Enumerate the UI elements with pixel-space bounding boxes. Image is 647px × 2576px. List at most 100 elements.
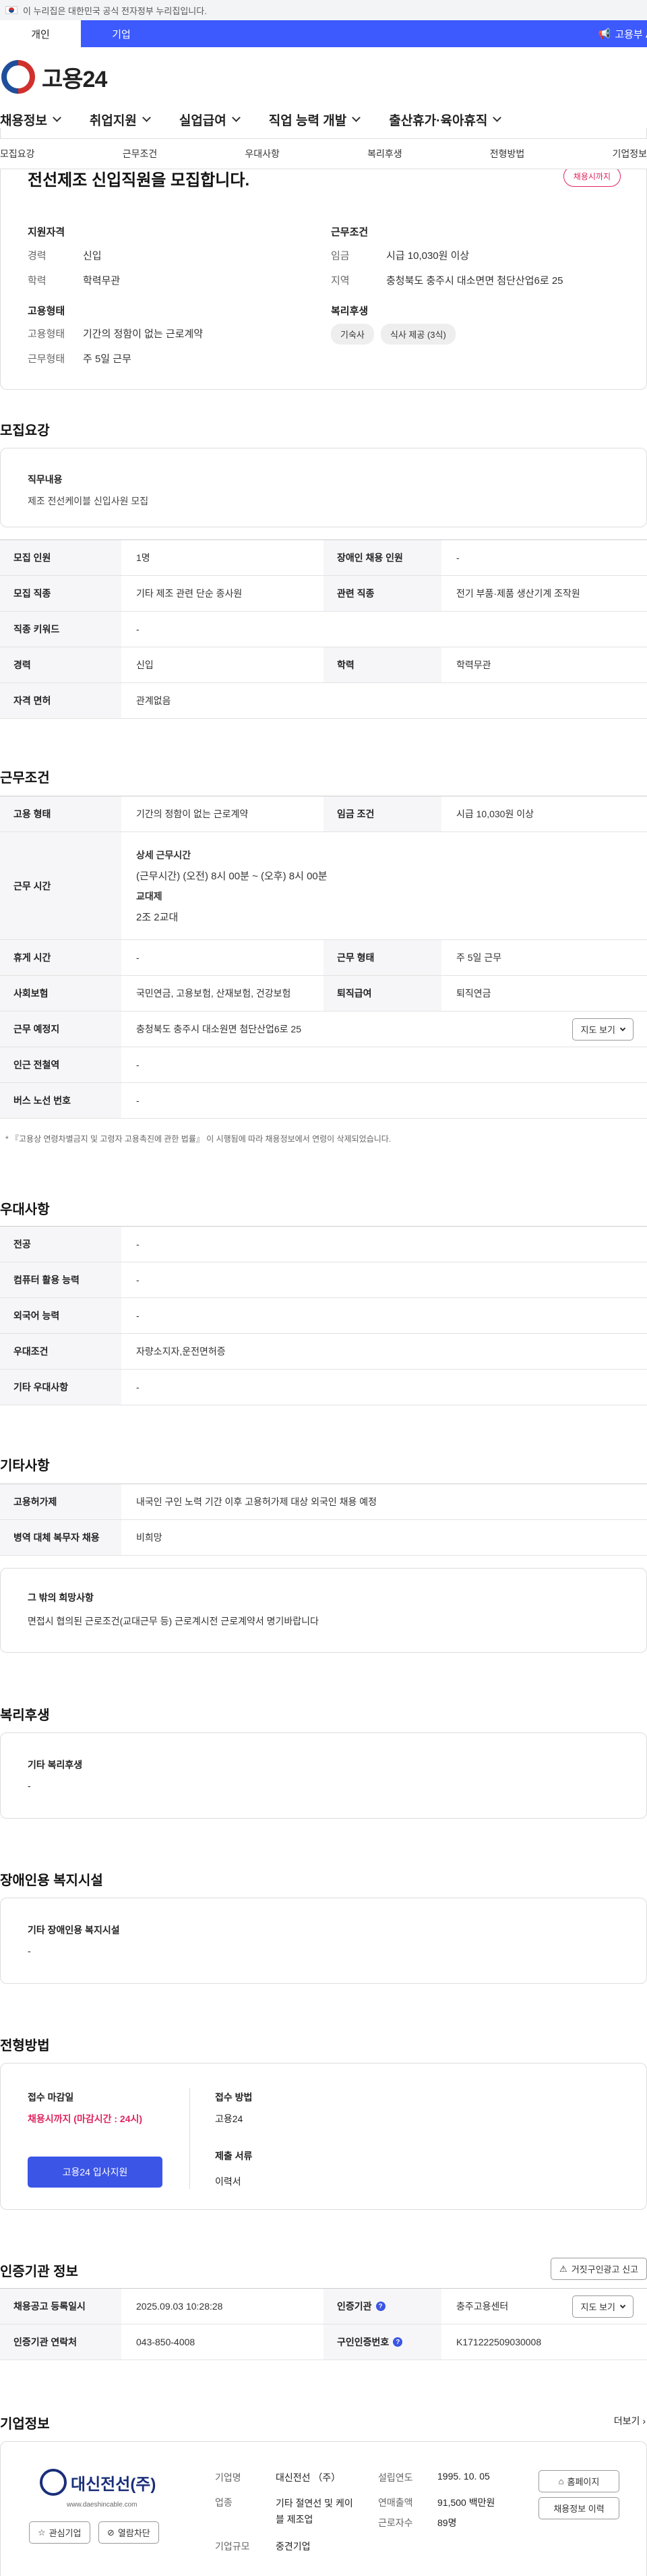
chevron-down-icon — [619, 1025, 626, 1031]
duty-value: 제조 전선케이블 신입사원 모집 — [28, 496, 149, 506]
agency-map-button[interactable]: 지도 보기 — [572, 2295, 634, 2318]
table-row: 채용공고 등록일시 2025.09.03 10:28:28 인증기관? 충주고용센… — [0, 2289, 647, 2324]
selection-section-title: 전형방법 — [0, 2039, 50, 2053]
recruit-section-title: 모집요강 — [0, 423, 50, 438]
table-row: 휴게 시간 - 근무 형태 주 5일 근무 — [0, 940, 647, 976]
company-logo: 대신전선(주) — [40, 2469, 156, 2496]
table-row: 근무 시간 상세 근무시간 (근무시간) (오전) 8시 00분 ~ (오후) … — [0, 832, 647, 940]
work-section-title: 근무조건 — [0, 771, 50, 786]
star-icon: ☆ — [38, 2527, 46, 2538]
company-card: 대신전선(주) www.daeshincable.com ☆ 관심기업 ⊘ 열람차단… — [0, 2441, 647, 2576]
gov-banner: 이 누리집은 대한민국 공식 전자정부 누리집입니다. — [0, 0, 647, 20]
table-row: 우대조건 자량소지자,운전면허증 — [0, 1334, 647, 1370]
table-row: 버스 노선 번호 - — [0, 1083, 647, 1119]
favorite-company-button[interactable]: ☆ 관심기업 — [29, 2521, 90, 2544]
selection-card: 접수 마감일 채용시까지 (마감시간 : 24시) 고용24 입사지원 접수 방… — [0, 2063, 647, 2210]
table-row: 컴퓨터 활용 능력 - — [0, 1262, 647, 1298]
table-row: 기타 우대사항 - — [0, 1370, 647, 1405]
table-row: 외국어 능력 - — [0, 1298, 647, 1334]
company-more-link[interactable]: 더보기 › — [614, 2414, 646, 2428]
shift-title: 교대제 — [136, 890, 162, 902]
nav-job-training[interactable]: 직업 능력 개발 — [269, 111, 361, 129]
nav-employment-support[interactable]: 취업지원 — [90, 111, 151, 129]
table-row: 고용허가제 내국인 구인 노력 기간 이후 고용허가제 대상 외국인 채용 예정 — [0, 1484, 647, 1520]
work-table: 고용 형태 기간의 정함이 없는 근로계약 임금 조건 시급 10,030원 이상 … — [0, 796, 647, 1119]
welfare-heading: 복리후생 — [331, 305, 369, 317]
deadline-value: 채용시까지 (마감시간 : 24시) — [28, 2113, 143, 2124]
table-row: 전공 - — [0, 1227, 647, 1262]
goyong24-logo-icon[interactable] — [1, 60, 35, 94]
chevron-down-icon — [619, 2302, 626, 2308]
homepage-button[interactable]: ⌂ 홈페이지 — [538, 2470, 619, 2492]
anchor-work[interactable]: 근무조건 — [123, 147, 158, 160]
hours-title: 상세 근무시간 — [136, 849, 191, 860]
shift-value: 2조 2교대 — [136, 911, 179, 923]
site-logo-text[interactable]: 고용24 — [42, 61, 107, 94]
block-icon: ⊘ — [107, 2527, 115, 2538]
preference-section-title: 우대사항 — [0, 1202, 50, 1217]
table-row: 인근 전철역 - — [0, 1047, 647, 1083]
other-wish-card: 그 밖의 희망사항 면접시 협의된 근로조건(교대근무 등) 근로계시전 근로계… — [0, 1568, 647, 1653]
agency-table: 채용공고 등록일시 2025.09.03 10:28:28 인증기관? 충주고용센… — [0, 2288, 647, 2360]
welfare-card: 기타 복리후생 - — [0, 1732, 647, 1819]
table-row: 모집 직종 기타 제조 관련 단순 종사원 관련 직종 전기 부품·제품 생산기계 … — [0, 576, 647, 612]
age-notice: * 『고용상 연령차별금지 및 고령자 고용촉진에 관한 법률』 이 시행됨에 … — [5, 1134, 392, 1144]
table-row: 자격 면허 관계없음 — [0, 683, 647, 719]
hours-detail: (근무시간) (오전) 8시 00분 ~ (오후) 8시 00분 — [136, 870, 328, 882]
qualification-list: 경력 신입 학력 학력무관 — [28, 250, 121, 287]
megaphone-icon: 📢 — [598, 28, 611, 40]
apply-button[interactable]: 고용24 입사지원 — [28, 2157, 162, 2188]
etc-section-title: 기타사항 — [0, 1459, 50, 1473]
anchor-recruit[interactable]: 모집요강 — [0, 147, 35, 160]
agency-section-title: 인증기관 정보 — [0, 2264, 78, 2279]
ai-link[interactable]: 📢 고용부 AI 고 — [598, 20, 647, 47]
info-icon: ? — [375, 2302, 386, 2311]
chevron-down-icon — [142, 113, 151, 122]
disability-section-title: 장애인용 복지시설 — [0, 1873, 103, 1888]
anchor-welfare[interactable]: 복리후생 — [367, 147, 402, 160]
welfare-section-title: 복리후생 — [0, 1708, 50, 1723]
chevron-down-icon — [493, 113, 502, 122]
recruit-table: 모집 인원 1명 장애인 채용 인원 - 모집 직종 기타 제조 관련 단순 종사원 … — [0, 539, 647, 719]
anchor-selection[interactable]: 전형방법 — [490, 147, 525, 160]
block-company-button[interactable]: ⊘ 열람차단 — [98, 2521, 159, 2544]
table-row: 병역 대체 복무자 채용 비희망 — [0, 1520, 647, 1556]
welfare-tags: 기숙사 식사 제공 (3식) — [331, 324, 462, 345]
chevron-down-icon — [231, 113, 241, 122]
nav-parental-leave[interactable]: 출산휴가·육아휴직 — [389, 111, 502, 129]
preference-table: 전공 - 컴퓨터 활용 능력 - 외국어 능력 - 우대조건 자량소지자,운전면허증 기… — [0, 1226, 647, 1405]
welfare-tag: 식사 제공 (3식) — [380, 324, 456, 345]
table-row: 경력 신입 학력 학력무관 — [0, 647, 647, 683]
table-row: 근무 예정지 충청북도 충주시 대소원면 첨단산업6로 25 지도 보기 — [0, 1012, 647, 1047]
nav-unemployment-benefit[interactable]: 실업급여 — [179, 111, 241, 129]
chevron-down-icon — [352, 113, 361, 122]
nav-jobs[interactable]: 채용정보 — [0, 111, 61, 129]
table-row: 인증기관 연락처 043-850-4008 구인인증번호? K1712225090… — [0, 2324, 647, 2360]
tab-company[interactable]: 기업 — [81, 20, 162, 47]
anchor-preference[interactable]: 우대사항 — [245, 147, 280, 160]
conditions-list: 임금 시급 10,030원 이상 지역 충청북도 충주시 대소면면 첨단산업6로 2… — [331, 250, 563, 287]
qualification-heading: 지원자격 — [28, 227, 65, 238]
user-type-tabs: 개인 기업 📢 고용부 AI 고 — [0, 20, 647, 47]
duty-label: 직무내용 — [28, 474, 63, 485]
table-row: 사회보험 국민연금, 고용보험, 산재보험, 건강보험 퇴직급여 퇴직연금 — [0, 976, 647, 1012]
report-fake-ad-button[interactable]: ⚠ 거짓구인광고 신고 — [551, 2258, 647, 2280]
work-place-map-button[interactable]: 지도 보기 — [572, 1018, 634, 1041]
home-icon: ⌂ — [558, 2476, 564, 2486]
employment-type-list: 고용형태 기간의 정함이 없는 근로계약 근무형태 주 5일 근무 — [28, 328, 204, 365]
job-title: 전선제조 신입직원을 모집합니다. — [28, 171, 250, 189]
job-history-button[interactable]: 채용정보 이력 — [538, 2497, 619, 2519]
work-place-value: 충청북도 충주시 대소원면 첨단산업6로 25 — [136, 1024, 301, 1034]
site-header: 고용24 — [0, 47, 647, 107]
gov-banner-text: 이 누리집은 대한민국 공식 전자정부 누리집입니다. — [23, 5, 207, 16]
welfare-tag: 기숙사 — [331, 324, 374, 345]
tab-personal[interactable]: 개인 — [0, 20, 81, 47]
korea-flag-icon — [5, 6, 18, 14]
info-icon: ? — [393, 2337, 403, 2347]
anchor-company[interactable]: 기업정보 — [612, 147, 647, 160]
report-icon: ⚠ — [559, 2263, 567, 2274]
company-logo-mark-icon — [40, 2469, 67, 2496]
disability-card: 기타 장애인용 복지시설 - — [0, 1898, 647, 1984]
etc-table: 고용허가제 내국인 구인 노력 기간 이후 고용허가제 대상 외국인 채용 예정 … — [0, 1484, 647, 1556]
table-row: 고용 형태 기간의 정함이 없는 근로계약 임금 조건 시급 10,030원 이상 — [0, 796, 647, 832]
